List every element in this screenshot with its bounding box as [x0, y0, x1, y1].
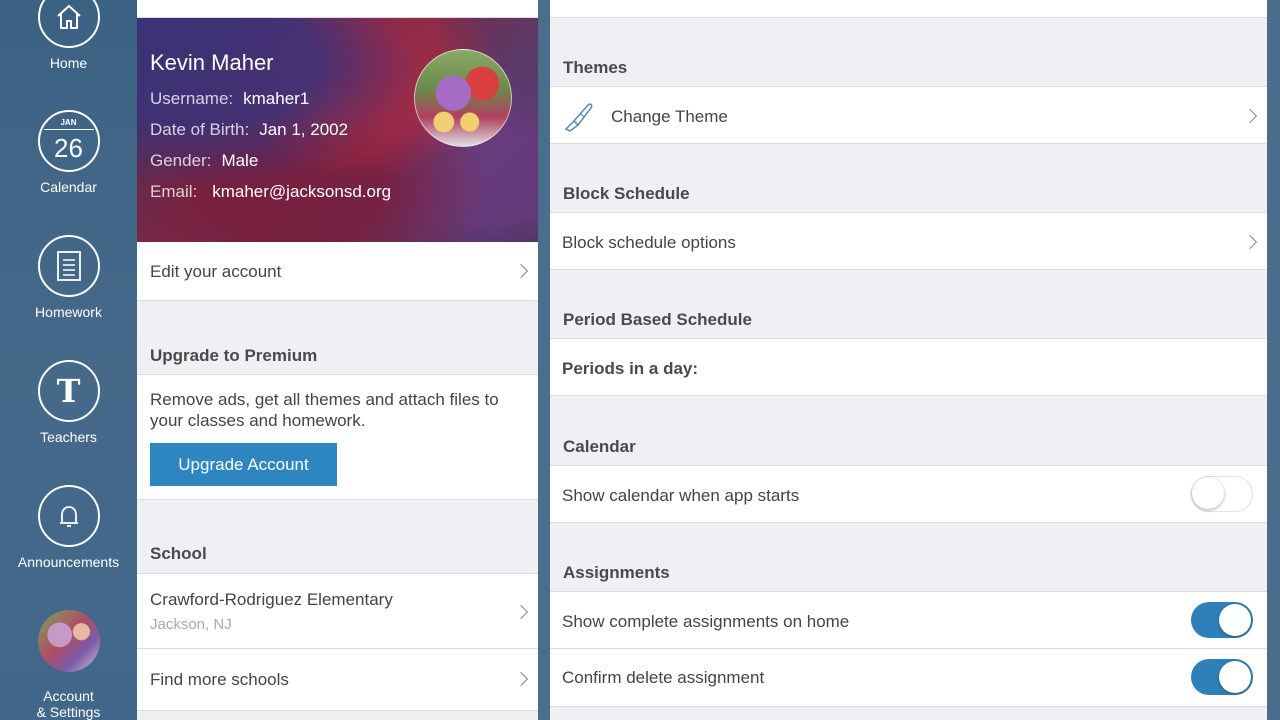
bell-icon [37, 485, 100, 547]
show-complete-toggle[interactable] [1191, 602, 1253, 638]
dob-label: Date of Birth: [150, 120, 250, 139]
toggle-knob [1192, 477, 1224, 509]
periods-row[interactable]: Periods in a day: [550, 338, 1267, 396]
chevron-right-icon [513, 604, 529, 620]
find-schools-row[interactable]: Find more schools [137, 649, 538, 711]
profile-username-row: Username: kmaher1 [150, 89, 309, 109]
calendar-header: Calendar [563, 437, 636, 456]
profile-dob-row: Date of Birth: Jan 1, 2002 [150, 120, 348, 140]
sidebar-item-homework[interactable]: Homework [0, 235, 137, 320]
change-theme-row[interactable]: Change Theme [550, 86, 1267, 144]
confirm-delete-toggle[interactable] [1191, 659, 1253, 695]
email-label: Email: [150, 182, 198, 201]
sidebar-item-label: Announcements [17, 554, 120, 570]
school-name: Crawford-Rodriguez Elementary [150, 590, 393, 609]
profile-header: Kevin Maher Username: kmaher1 Date of Bir… [137, 18, 538, 242]
avatar [37, 610, 100, 672]
sidebar-nav: Home JAN 26 Calendar Homework T Teachers… [0, 0, 137, 720]
show-calendar-row: Show calendar when app starts [550, 465, 1267, 523]
panel-divider [538, 0, 550, 720]
account-panel: Kevin Maher Username: kmaher1 Date of Bir… [137, 0, 538, 720]
show-complete-row: Show complete assignments on home [550, 591, 1267, 649]
calendar-icon: JAN 26 [37, 110, 100, 172]
confirm-delete-row: Confirm delete assignment [550, 649, 1267, 707]
chevron-right-icon [1242, 108, 1258, 124]
profile-name: Kevin Maher [150, 50, 274, 75]
sidebar-item-label: Home [49, 55, 88, 71]
profile-photo[interactable] [414, 49, 512, 147]
calendar-day: 26 [54, 132, 83, 163]
username-value: kmaher1 [243, 89, 310, 108]
school-header: School [150, 544, 207, 563]
dob-value: Jan 1, 2002 [259, 120, 349, 139]
gender-label: Gender: [150, 151, 212, 170]
profile-gender-row: Gender: Male [150, 151, 258, 171]
toggle-knob [1219, 661, 1251, 693]
confirm-delete-label: Confirm delete assignment [562, 668, 765, 687]
chevron-right-icon [513, 671, 529, 687]
homework-icon [37, 235, 100, 297]
top-strip [137, 0, 538, 18]
paintbrush-icon [562, 99, 596, 138]
block-schedule-row[interactable]: Block schedule options [550, 212, 1267, 270]
periods-label: Periods in a day: [562, 359, 699, 378]
show-calendar-label: Show calendar when app starts [562, 486, 800, 505]
home-icon [37, 0, 100, 48]
block-schedule-header: Block Schedule [563, 184, 690, 203]
block-schedule-label: Block schedule options [562, 233, 736, 252]
themes-header: Themes [563, 58, 628, 77]
upgrade-account-button[interactable]: Upgrade Account [150, 443, 337, 486]
toggle-knob [1219, 604, 1251, 636]
teachers-icon: T [37, 360, 100, 422]
find-schools-label: Find more schools [150, 670, 289, 689]
sidebar-item-label: Account & Settings [36, 688, 101, 720]
school-row[interactable]: Crawford-Rodriguez Elementary Jackson, N… [137, 573, 538, 649]
show-complete-label: Show complete assignments on home [562, 612, 850, 631]
sidebar-item-home[interactable]: Home [0, 0, 137, 71]
calendar-month: JAN [43, 118, 94, 130]
show-calendar-toggle[interactable] [1191, 476, 1253, 512]
sidebar-item-label: Teachers [40, 429, 97, 445]
premium-description: Remove ads, get all themes and attach fi… [150, 390, 499, 430]
change-theme-label: Change Theme [611, 107, 728, 126]
sidebar-item-calendar[interactable]: JAN 26 Calendar [0, 110, 137, 195]
sidebar-item-account-settings[interactable]: Account & Settings [0, 610, 137, 720]
sidebar-item-announcements[interactable]: Announcements [0, 485, 137, 570]
sidebar-item-label: Calendar [40, 179, 97, 195]
school-location: Jackson, NJ [150, 616, 232, 633]
username-label: Username: [150, 89, 234, 108]
edit-account-label: Edit your account [150, 262, 282, 281]
settings-panel: Themes Change Theme Block Schedule Block… [550, 0, 1267, 720]
chevron-right-icon [1242, 234, 1258, 250]
assignments-header: Assignments [563, 563, 670, 582]
email-value: kmaher@jacksonsd.org [212, 182, 392, 201]
edit-account-row[interactable]: Edit your account [137, 242, 538, 301]
right-edge [1267, 0, 1280, 720]
chevron-right-icon [513, 263, 529, 279]
period-schedule-header: Period Based Schedule [563, 310, 752, 329]
teachers-glyph: T [56, 372, 81, 410]
top-strip [550, 0, 1267, 18]
gender-value: Male [221, 151, 259, 170]
profile-email-row: Email: kmaher@jacksonsd.org [150, 182, 391, 202]
sidebar-item-label: Homework [35, 304, 102, 320]
premium-header: Upgrade to Premium [150, 346, 318, 365]
sidebar-item-teachers[interactable]: T Teachers [0, 360, 137, 445]
